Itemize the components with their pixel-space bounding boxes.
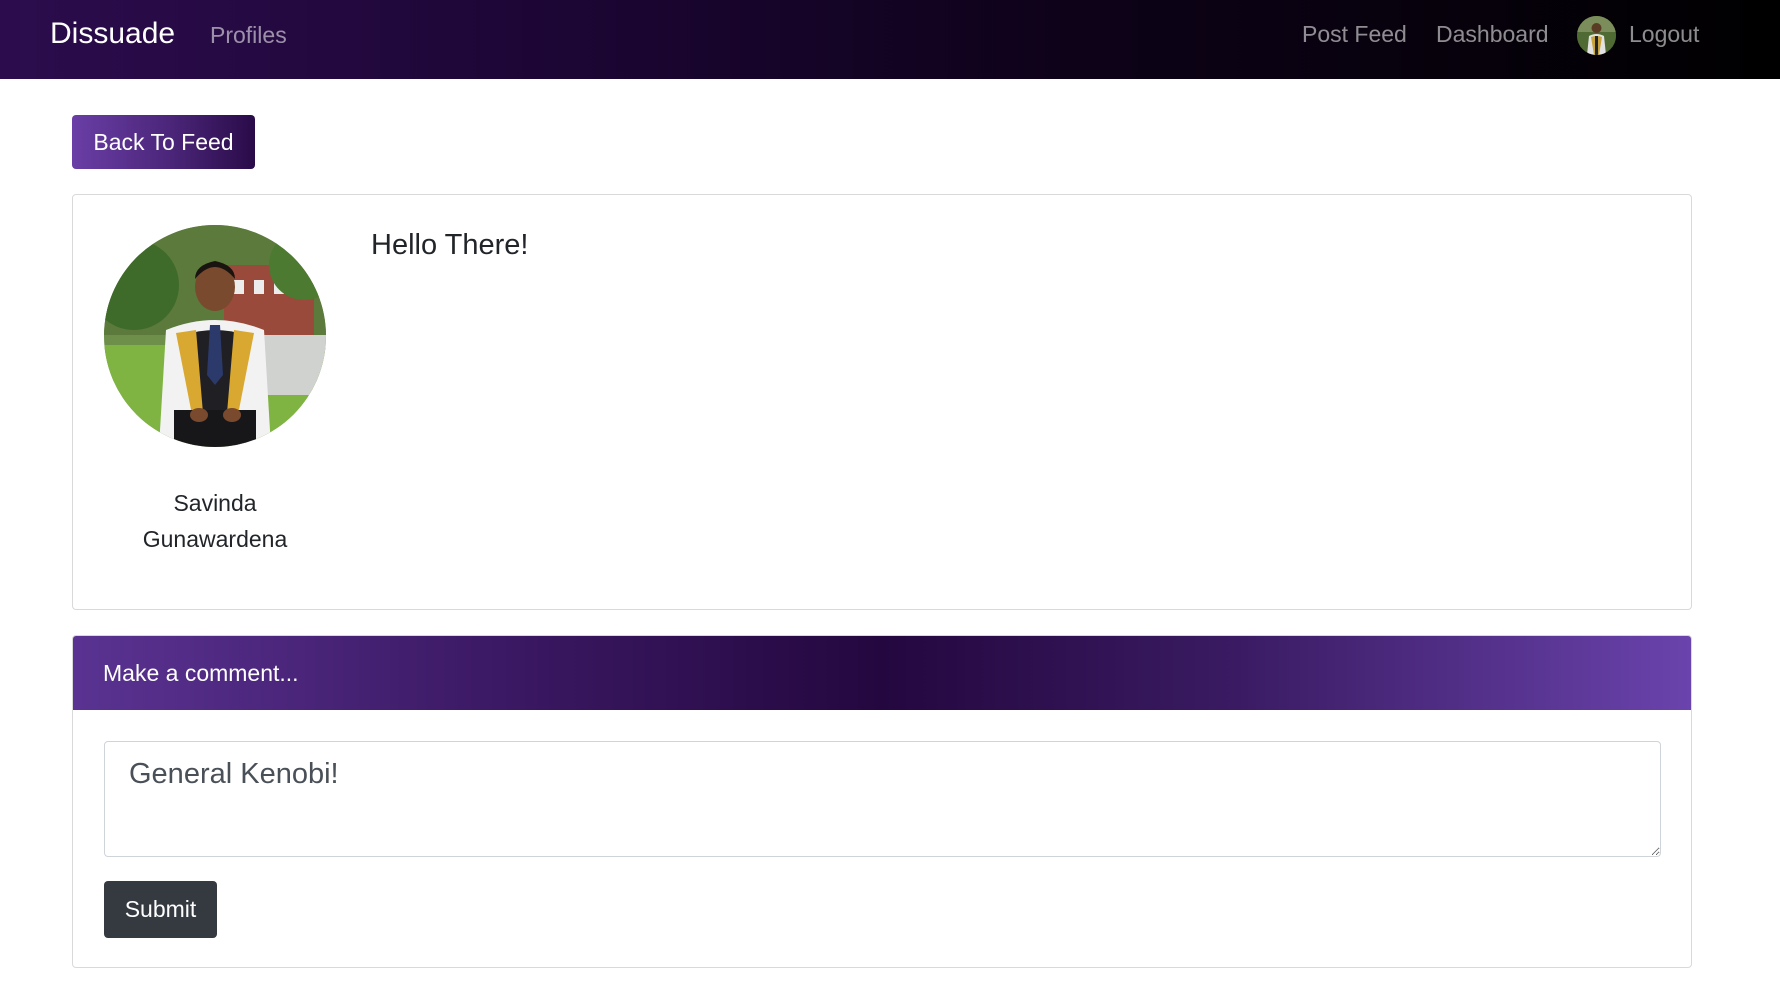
nav-link-post-feed[interactable]: Post Feed	[1302, 21, 1407, 48]
author-last-name: Gunawardena	[142, 526, 288, 552]
user-avatar[interactable]	[1577, 16, 1616, 55]
author-avatar[interactable]	[104, 225, 326, 447]
top-navbar: Dissuade Profiles Post Feed Dashboard Lo…	[0, 0, 1780, 79]
back-to-feed-button[interactable]: Back To Feed	[72, 115, 255, 169]
post-body-text: Hello There!	[371, 229, 529, 261]
post-card: Savinda Gunawardena Hello There!	[72, 194, 1692, 610]
nav-link-logout[interactable]: Logout	[1629, 21, 1699, 48]
nav-link-profiles[interactable]: Profiles	[210, 22, 287, 49]
submit-comment-button[interactable]: Submit	[104, 881, 217, 938]
nav-link-dashboard[interactable]: Dashboard	[1436, 21, 1549, 48]
post-author-name[interactable]: Savinda Gunawardena	[93, 485, 337, 557]
user-avatar-image	[1577, 16, 1616, 55]
comment-form-card: Make a comment... General Kenobi! Submit	[72, 635, 1692, 968]
author-photo	[104, 225, 326, 447]
comment-form-header: Make a comment...	[73, 636, 1691, 710]
brand-logo-link[interactable]: Dissuade	[50, 17, 175, 51]
author-first-name: Savinda	[173, 490, 257, 516]
comment-textarea[interactable]: General Kenobi!	[104, 741, 1661, 857]
